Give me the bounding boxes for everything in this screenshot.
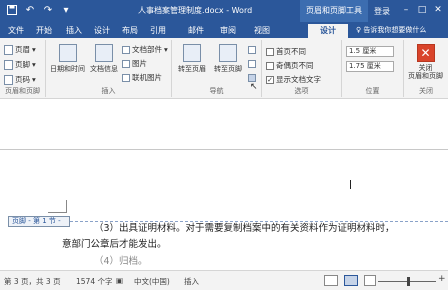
language[interactable]: 中文(中国) <box>134 276 170 287</box>
group-label: 导航 <box>209 87 224 95</box>
tab-view[interactable]: 视图 <box>250 24 274 38</box>
checkbox-icon <box>266 47 274 56</box>
group-position: 1.5 厘米 1.75 厘米 位置 <box>342 40 404 97</box>
redo-icon[interactable]: ↷ <box>42 4 54 16</box>
header-icon <box>4 44 13 55</box>
next-section-icon[interactable] <box>248 60 256 68</box>
text-cursor <box>350 180 351 189</box>
goto-header-icon <box>183 44 201 62</box>
crop-mark <box>66 200 67 213</box>
page-count[interactable]: 第 3 页，共 3 页 <box>4 276 61 287</box>
goto-footer-icon <box>219 44 237 62</box>
group-label: 关闭 <box>419 87 433 95</box>
document-info-icon <box>95 44 113 62</box>
group-navigation: 转至页眉 转至页脚 ↖ 导航 <box>172 40 262 97</box>
tab-layout[interactable]: 布局 <box>120 24 140 38</box>
group-close: ✕ 关闭 页眉和页脚 关闭 <box>404 40 448 97</box>
paragraph-line[interactable]: （4）归档。 <box>94 253 148 267</box>
ribbon: 页眉 ▾ 页脚 ▾ 页码 ▾ 页眉和页脚 日期和时间 文档信息 文档部件 ▾ 图片 <box>0 38 448 99</box>
footer-from-bottom-field[interactable]: 1.75 厘米 <box>346 61 394 72</box>
zoom-slider-thumb[interactable] <box>407 277 410 286</box>
close-icon: ✕ <box>416 44 435 62</box>
date-time-button[interactable]: 日期和时间 <box>50 44 85 74</box>
goto-footer-button[interactable]: 转至页脚 <box>214 44 242 74</box>
window-title: 人事档案管理制度.docx - Word <box>138 6 253 15</box>
group-label: 页眉和页脚 <box>5 87 40 95</box>
link-previous-icon[interactable] <box>248 74 256 82</box>
group-insert: 日期和时间 文档信息 文档部件 ▾ 图片 联机图片 插入 <box>46 40 172 97</box>
undo-icon[interactable]: ↶ <box>24 4 36 16</box>
tab-header-footer-design[interactable]: 设计 <box>308 24 348 38</box>
online-picture-icon <box>122 73 130 82</box>
show-document-text-checkbox[interactable]: ✓ 显示文档文字 <box>266 74 321 85</box>
goto-header-button[interactable]: 转至页眉 <box>178 44 206 74</box>
checkbox-icon <box>266 61 274 70</box>
group-label: 插入 <box>101 87 116 95</box>
print-layout-icon[interactable] <box>344 275 358 286</box>
ribbon-tabs: 文件 开始 插入 设计 布局 引用 邮件 审阅 视图 设计 ♀ 告诉我你想要做什… <box>0 22 448 38</box>
context-tab-title: 页眉和页脚工具 <box>300 0 368 22</box>
picture-button[interactable]: 图片 <box>122 58 147 69</box>
close-window-icon[interactable]: ✕ <box>432 4 444 16</box>
header-button[interactable]: 页眉 ▾ <box>4 44 36 55</box>
different-first-page-checkbox[interactable]: 首页不同 <box>266 46 306 57</box>
tab-design-main[interactable]: 设计 <box>92 24 112 38</box>
insert-mode[interactable]: 插入 <box>184 276 199 287</box>
quick-parts-icon <box>122 45 130 54</box>
picture-icon <box>122 59 130 68</box>
tab-insert[interactable]: 插入 <box>64 24 84 38</box>
page-number-button[interactable]: 页码 ▾ <box>4 74 36 85</box>
customize-qat-icon[interactable]: ▾ <box>60 4 72 16</box>
web-layout-icon[interactable] <box>364 275 376 286</box>
checkmark-icon: ✓ <box>266 75 274 84</box>
crop-mark <box>48 212 66 213</box>
group-label: 选项 <box>294 87 309 95</box>
zoom-in-icon[interactable]: + <box>438 274 446 284</box>
online-picture-button[interactable]: 联机图片 <box>122 72 162 83</box>
tell-me-box[interactable]: ♀ 告诉我你想要做什么 <box>356 25 426 35</box>
quick-parts-button[interactable]: 文档部件 ▾ <box>122 44 168 55</box>
status-bar: 第 3 页，共 3 页 1574 个字 ▣ 中文(中国) 插入 + <box>0 270 448 290</box>
tab-review[interactable]: 审阅 <box>218 24 238 38</box>
read-mode-icon[interactable] <box>324 275 338 286</box>
minimize-icon[interactable]: – <box>400 4 412 16</box>
document-body[interactable] <box>0 150 448 268</box>
header-from-top-field[interactable]: 1.5 厘米 <box>346 46 394 57</box>
page-number-icon <box>4 74 13 85</box>
quick-access-toolbar: ↶ ↷ ▾ <box>6 4 72 16</box>
title-bar: ↶ ↷ ▾ 人事档案管理制度.docx - Word 页眉和页脚工具 登录 – … <box>0 0 448 22</box>
proofing-icon[interactable]: ▣ <box>116 276 123 285</box>
header-top-input[interactable]: 1.5 厘米 <box>346 46 394 57</box>
tab-home[interactable]: 开始 <box>34 24 54 38</box>
footer-section-tag: 页脚 - 第 1 节 - <box>8 216 70 227</box>
maximize-icon[interactable]: □ <box>416 4 428 16</box>
footer-icon <box>4 59 13 70</box>
group-header-footer: 页眉 ▾ 页脚 ▾ 页码 ▾ 页眉和页脚 <box>0 40 46 97</box>
group-options: 首页不同 奇偶页不同 ✓ 显示文档文字 选项 <box>262 40 342 97</box>
previous-section-icon[interactable] <box>248 46 256 54</box>
word-count[interactable]: 1574 个字 <box>76 276 112 287</box>
close-header-footer-button[interactable]: ✕ 关闭 页眉和页脚 <box>408 44 443 80</box>
tab-file[interactable]: 文件 <box>6 24 26 38</box>
tab-mailings[interactable]: 邮件 <box>186 24 206 38</box>
login-link[interactable]: 登录 <box>374 6 390 17</box>
doc-info-button[interactable]: 文档信息 <box>90 44 118 74</box>
paragraph-line[interactable]: 意部门公章后才能发出。 <box>62 236 167 250</box>
paragraph-line[interactable]: （3）出具证明材料。对于需要复制档案中的有关资料作为证明材料时， <box>94 220 395 234</box>
save-icon[interactable] <box>6 4 18 16</box>
footer-button[interactable]: 页脚 ▾ <box>4 59 36 70</box>
group-label: 位置 <box>365 87 380 95</box>
footer-bottom-input[interactable]: 1.75 厘米 <box>346 61 394 72</box>
tab-references[interactable]: 引用 <box>148 24 168 38</box>
document-page-top <box>0 99 448 149</box>
odd-even-checkbox[interactable]: 奇偶页不同 <box>266 60 314 71</box>
calendar-icon <box>58 44 77 62</box>
